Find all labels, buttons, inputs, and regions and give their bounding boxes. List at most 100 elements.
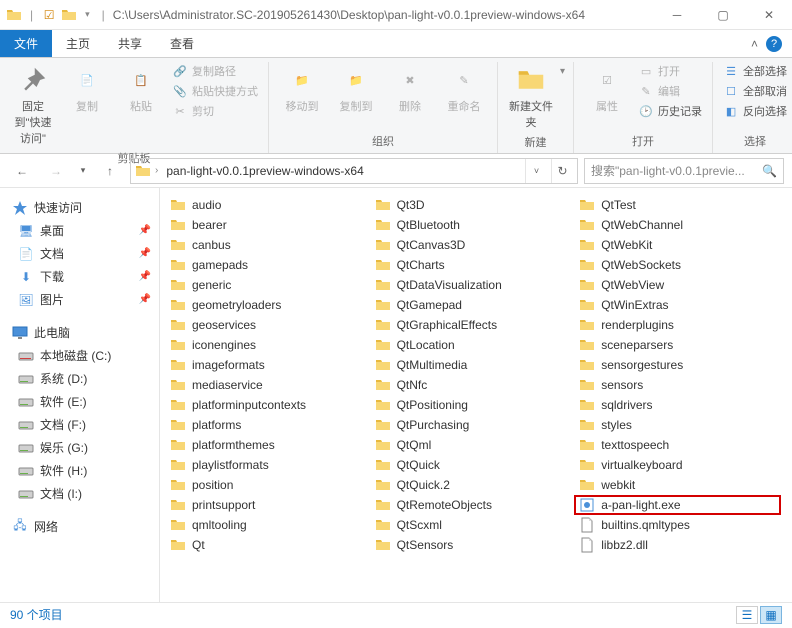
refresh-button[interactable]: ↻ bbox=[551, 159, 573, 183]
list-item[interactable]: QtQml bbox=[371, 436, 576, 454]
list-item[interactable]: QtScxml bbox=[371, 516, 576, 534]
file-list[interactable]: audio bearer canbus gamepads generic geometry… bbox=[160, 188, 792, 602]
list-item[interactable]: QtMultimedia bbox=[371, 356, 576, 374]
address-dropdown[interactable]: ˅ bbox=[525, 159, 547, 183]
properties-button[interactable]: ☑属性 bbox=[582, 62, 632, 116]
open-button[interactable]: ▭打开 bbox=[636, 62, 704, 80]
list-item[interactable]: QtWebSockets bbox=[575, 256, 780, 274]
history-button[interactable]: 🕑历史记录 bbox=[636, 102, 704, 120]
list-item[interactable]: platforminputcontexts bbox=[166, 396, 371, 414]
view-details-button[interactable]: ☰ bbox=[736, 606, 758, 624]
view-icons-button[interactable]: ▦ bbox=[760, 606, 782, 624]
list-item[interactable]: sensors bbox=[575, 376, 780, 394]
list-item[interactable]: builtins.qmltypes bbox=[575, 516, 780, 534]
list-item[interactable]: iconengines bbox=[166, 336, 371, 354]
sidebar-drive-e[interactable]: 软件 (E:) bbox=[0, 390, 159, 413]
list-item[interactable]: imageformats bbox=[166, 356, 371, 374]
copy-path-button[interactable]: 🔗复制路径 bbox=[170, 62, 260, 80]
folder-icon[interactable] bbox=[61, 7, 77, 23]
list-item[interactable]: QtGraphicalEffects bbox=[371, 316, 576, 334]
forward-button[interactable]: → bbox=[42, 158, 70, 184]
list-item[interactable]: QtNfc bbox=[371, 376, 576, 394]
up-button[interactable]: ↑ bbox=[96, 158, 124, 184]
list-item[interactable]: QtWebChannel bbox=[575, 216, 780, 234]
list-item[interactable]: Qt bbox=[166, 536, 371, 554]
address-bar[interactable]: › pan-light-v0.0.1preview-windows-x64 ˅ … bbox=[130, 158, 578, 184]
list-item[interactable]: geometryloaders bbox=[166, 296, 371, 314]
list-item[interactable]: platforms bbox=[166, 416, 371, 434]
list-item[interactable]: QtLocation bbox=[371, 336, 576, 354]
sidebar-drive-f[interactable]: 文档 (F:) bbox=[0, 413, 159, 436]
delete-button[interactable]: ✖删除 bbox=[385, 62, 435, 116]
check-icon[interactable]: ☑ bbox=[41, 7, 57, 23]
list-item[interactable]: renderplugins bbox=[575, 316, 780, 334]
paste-button[interactable]: 📋粘贴 bbox=[116, 62, 166, 116]
list-item[interactable]: webkit bbox=[575, 476, 780, 494]
copy-to-button[interactable]: 📁复制到 bbox=[331, 62, 381, 116]
new-folder-button[interactable]: 新建文件夹 bbox=[506, 62, 556, 132]
select-none-button[interactable]: ☐全部取消 bbox=[721, 82, 789, 100]
list-item[interactable]: qmltooling bbox=[166, 516, 371, 534]
list-item[interactable]: texttospeech bbox=[575, 436, 780, 454]
list-item[interactable]: platformthemes bbox=[166, 436, 371, 454]
list-item[interactable]: QtQuick.2 bbox=[371, 476, 576, 494]
list-item[interactable]: position bbox=[166, 476, 371, 494]
list-item[interactable]: QtCharts bbox=[371, 256, 576, 274]
copy-button[interactable]: 📄复制 bbox=[62, 62, 112, 116]
sidebar-drive-d[interactable]: 系统 (D:) bbox=[0, 367, 159, 390]
search-input[interactable]: 搜索"pan-light-v0.0.1previe... 🔍 bbox=[584, 158, 784, 184]
list-item[interactable]: QtTest bbox=[575, 196, 780, 214]
list-item[interactable]: gamepads bbox=[166, 256, 371, 274]
new-item-dropdown[interactable]: ▾ bbox=[560, 66, 565, 77]
help-icon[interactable]: ? bbox=[766, 36, 782, 52]
list-item[interactable]: canbus bbox=[166, 236, 371, 254]
list-item[interactable]: bearer bbox=[166, 216, 371, 234]
list-item[interactable]: QtQuick bbox=[371, 456, 576, 474]
cut-button[interactable]: ✂剪切 bbox=[170, 102, 260, 120]
list-item[interactable]: Qt3D bbox=[371, 196, 576, 214]
sidebar-this-pc[interactable]: 此电脑 bbox=[0, 321, 159, 344]
qat-dropdown[interactable]: ▾ bbox=[81, 9, 94, 20]
tab-view[interactable]: 查看 bbox=[156, 30, 208, 57]
list-item[interactable]: styles bbox=[575, 416, 780, 434]
list-item[interactable]: sqldrivers bbox=[575, 396, 780, 414]
search-icon[interactable]: 🔍 bbox=[762, 164, 777, 178]
list-item[interactable]: sensorgestures bbox=[575, 356, 780, 374]
list-item[interactable]: QtSensors bbox=[371, 536, 576, 554]
sidebar-pictures[interactable]: 🖼图片📌 bbox=[0, 288, 159, 311]
list-item[interactable]: QtBluetooth bbox=[371, 216, 576, 234]
list-item[interactable]: geoservices bbox=[166, 316, 371, 334]
list-item[interactable]: QtCanvas3D bbox=[371, 236, 576, 254]
list-item[interactable]: sceneparsers bbox=[575, 336, 780, 354]
move-to-button[interactable]: 📁移动到 bbox=[277, 62, 327, 116]
edit-button[interactable]: ✎编辑 bbox=[636, 82, 704, 100]
tab-home[interactable]: 主页 bbox=[52, 30, 104, 57]
sidebar-desktop[interactable]: 🖥桌面📌 bbox=[0, 219, 159, 242]
tab-file[interactable]: 文件 bbox=[0, 30, 52, 57]
close-button[interactable]: ✕ bbox=[746, 0, 792, 30]
list-item[interactable]: a-pan-light.exe bbox=[575, 496, 780, 514]
list-item[interactable]: QtPositioning bbox=[371, 396, 576, 414]
sidebar-downloads[interactable]: ⬇下载📌 bbox=[0, 265, 159, 288]
list-item[interactable]: QtWinExtras bbox=[575, 296, 780, 314]
sidebar-drive-i[interactable]: 文档 (I:) bbox=[0, 482, 159, 505]
maximize-button[interactable]: ▢ bbox=[700, 0, 746, 30]
select-all-button[interactable]: ☰全部选择 bbox=[721, 62, 789, 80]
list-item[interactable]: QtWebKit bbox=[575, 236, 780, 254]
sidebar-drive-g[interactable]: 娱乐 (G:) bbox=[0, 436, 159, 459]
list-item[interactable]: QtPurchasing bbox=[371, 416, 576, 434]
sidebar-network[interactable]: 🖧网络 bbox=[0, 515, 159, 538]
list-item[interactable]: QtDataVisualization bbox=[371, 276, 576, 294]
sidebar-drive-c[interactable]: 本地磁盘 (C:) bbox=[0, 344, 159, 367]
breadcrumb[interactable]: pan-light-v0.0.1preview-windows-x64 bbox=[162, 164, 367, 178]
list-item[interactable]: virtualkeyboard bbox=[575, 456, 780, 474]
sidebar-quick-access[interactable]: 快速访问 bbox=[0, 196, 159, 219]
list-item[interactable]: audio bbox=[166, 196, 371, 214]
sidebar-drive-h[interactable]: 软件 (H:) bbox=[0, 459, 159, 482]
tab-share[interactable]: 共享 bbox=[104, 30, 156, 57]
minimize-button[interactable]: ─ bbox=[654, 0, 700, 30]
list-item[interactable]: printsupport bbox=[166, 496, 371, 514]
pin-button[interactable]: 固定到"快速访问" bbox=[8, 62, 58, 148]
sidebar-documents[interactable]: 📄文档📌 bbox=[0, 242, 159, 265]
list-item[interactable]: generic bbox=[166, 276, 371, 294]
